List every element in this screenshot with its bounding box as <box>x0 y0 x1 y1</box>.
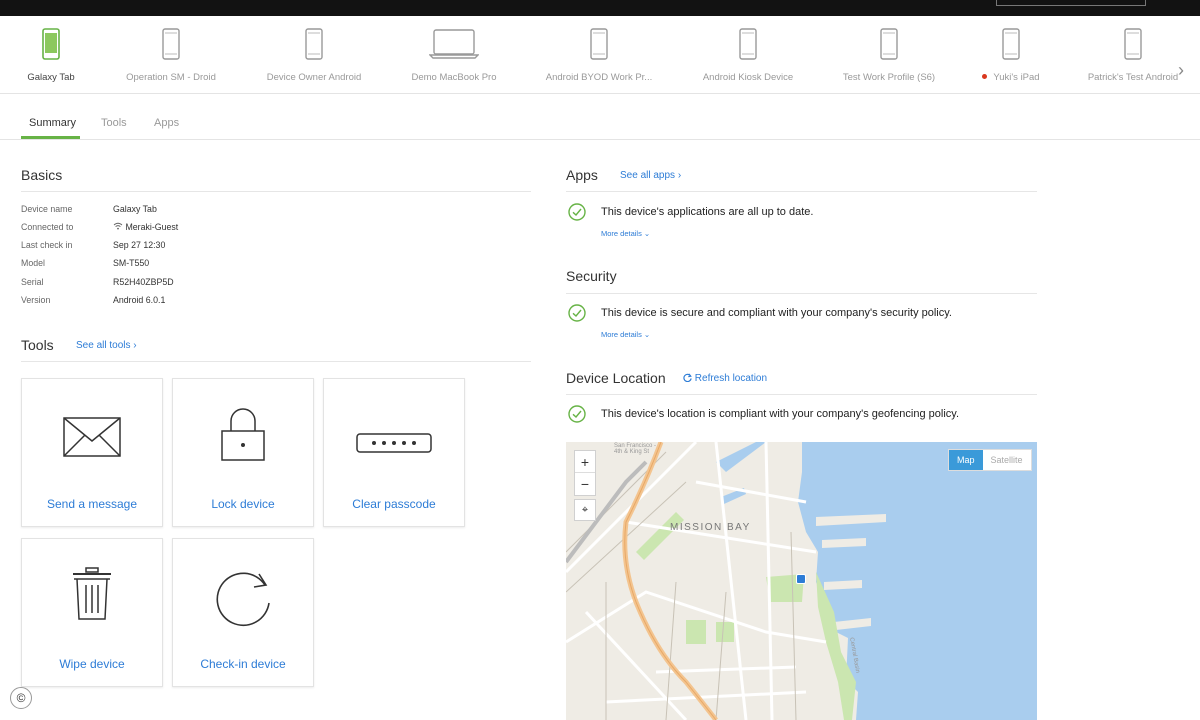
device-android-byod[interactable]: Android BYOD Work Pr... <box>524 16 674 94</box>
lock-icon <box>221 408 265 461</box>
basics-key: Version <box>21 295 51 305</box>
security-status-text: This device is secure and compliant with… <box>601 307 952 319</box>
basics-key: Model <box>21 258 45 268</box>
clear-passcode-button[interactable]: Clear passcode <box>323 378 465 527</box>
check-circle-icon <box>568 304 586 322</box>
wipe-device-button[interactable]: Wipe device <box>21 538 163 687</box>
phone-icon <box>305 28 323 60</box>
laptop-icon <box>429 29 479 59</box>
divider <box>566 191 1037 192</box>
phone-icon <box>739 28 757 60</box>
passcode-icon <box>356 433 432 453</box>
device-label: Android BYOD Work Pr... <box>545 72 653 83</box>
tab-tools[interactable]: Tools <box>101 117 127 129</box>
tools-title: Tools <box>21 337 54 353</box>
basics-key: Device name <box>21 204 73 214</box>
security-title: Security <box>566 268 617 284</box>
divider <box>566 293 1037 294</box>
apps-more-details-link[interactable]: More details ⌄ <box>601 229 650 238</box>
top-bar-button[interactable] <box>996 0 1146 6</box>
device-location-title: Device Location <box>566 370 666 386</box>
station-label: San Francisco - 4th & King St <box>614 443 657 455</box>
refresh-small-icon <box>683 373 692 383</box>
phone-icon <box>1124 28 1142 60</box>
basics-key: Connected to <box>21 222 74 232</box>
phone-icon <box>590 28 608 60</box>
basics-value: Meraki-Guest <box>113 222 178 232</box>
trash-icon <box>73 567 111 620</box>
network-name: Meraki-Guest <box>125 222 179 232</box>
basics-value: SM-T550 <box>113 258 150 268</box>
device-label: Android Kiosk Device <box>702 72 794 83</box>
zoom-in-button[interactable]: + <box>575 451 595 473</box>
device-label-text: Yuki's iPad <box>993 72 1040 83</box>
map-type-map-button[interactable]: Map <box>949 450 983 470</box>
device-label: Operation SM - Droid <box>126 72 216 83</box>
device-device-owner-android[interactable]: Device Owner Android <box>239 16 389 94</box>
apps-title: Apps <box>566 167 598 183</box>
tool-label: Lock device <box>211 497 275 511</box>
tool-label: Wipe device <box>59 657 125 671</box>
map-type-toggle: Map Satellite <box>948 449 1032 471</box>
divider <box>21 191 531 192</box>
divider <box>566 394 1037 395</box>
tool-label: Clear passcode <box>352 497 436 511</box>
phone-icon <box>42 28 60 60</box>
device-location-map[interactable]: MISSION BAY San Francisco - 4th & King S… <box>566 442 1037 720</box>
tool-label: Send a message <box>46 497 138 511</box>
check-circle-icon <box>568 405 586 423</box>
phone-icon <box>1002 28 1020 60</box>
map-zoom-controls: + − <box>574 450 596 496</box>
see-all-apps-link[interactable]: See all apps › <box>620 170 681 181</box>
device-operation-sm-droid[interactable]: Operation SM - Droid <box>96 16 246 94</box>
send-message-button[interactable]: Send a message <box>21 378 163 527</box>
zoom-out-button[interactable]: − <box>575 473 595 495</box>
next-devices-arrow-icon[interactable]: › <box>1178 60 1184 81</box>
device-location-pin[interactable] <box>796 574 806 584</box>
basics-value: Sep 27 12:30 <box>113 240 166 250</box>
basics-key: Serial <box>21 277 44 287</box>
check-in-device-button[interactable]: Check-in device <box>172 538 314 687</box>
mission-bay-label: MISSION BAY <box>670 522 751 533</box>
refresh-location-link[interactable]: Refresh location <box>683 373 767 384</box>
basics-value: Android 6.0.1 <box>113 295 166 305</box>
active-tab-indicator <box>21 136 80 139</box>
basics-key: Last check in <box>21 240 73 250</box>
device-patricks-test-android[interactable]: Patrick's Test Android <box>1058 16 1200 94</box>
device-label: Demo MacBook Pro <box>411 72 497 83</box>
tab-summary[interactable]: Summary <box>29 117 76 129</box>
compass-icon[interactable]: ⌖ <box>574 499 596 521</box>
refresh-icon <box>216 572 270 627</box>
device-demo-macbook-pro[interactable]: Demo MacBook Pro <box>379 16 529 94</box>
device-label: Device Owner Android <box>266 72 362 83</box>
lock-device-button[interactable]: Lock device <box>172 378 314 527</box>
basics-value: R52H40ZBP5D <box>113 277 174 287</box>
basics-title: Basics <box>21 167 63 183</box>
top-bar <box>0 0 1200 16</box>
device-android-kiosk[interactable]: Android Kiosk Device <box>673 16 823 94</box>
check-circle-icon <box>568 203 586 221</box>
device-strip: Galaxy Tab Operation SM - Droid Device O… <box>0 16 1200 94</box>
tool-label: Check-in device <box>200 657 286 671</box>
map-type-satellite-button[interactable]: Satellite <box>983 450 1031 470</box>
tab-bar: Summary Tools Apps <box>0 94 1200 140</box>
tab-apps[interactable]: Apps <box>154 117 179 129</box>
alert-dot-icon <box>982 74 988 79</box>
divider <box>21 361 531 362</box>
see-all-tools-link[interactable]: See all tools › <box>76 340 137 351</box>
envelope-icon <box>63 417 121 457</box>
security-more-details-link[interactable]: More details ⌄ <box>601 330 650 339</box>
apps-status-text: This device's applications are all up to… <box>601 206 814 218</box>
refresh-location-label: Refresh location <box>694 373 768 384</box>
location-status-text: This device's location is compliant with… <box>601 408 959 420</box>
basics-value: Galaxy Tab <box>113 204 157 214</box>
phone-icon <box>880 28 898 60</box>
phone-icon <box>162 28 180 60</box>
wifi-icon <box>113 222 123 230</box>
copyright-icon: © <box>10 687 32 709</box>
